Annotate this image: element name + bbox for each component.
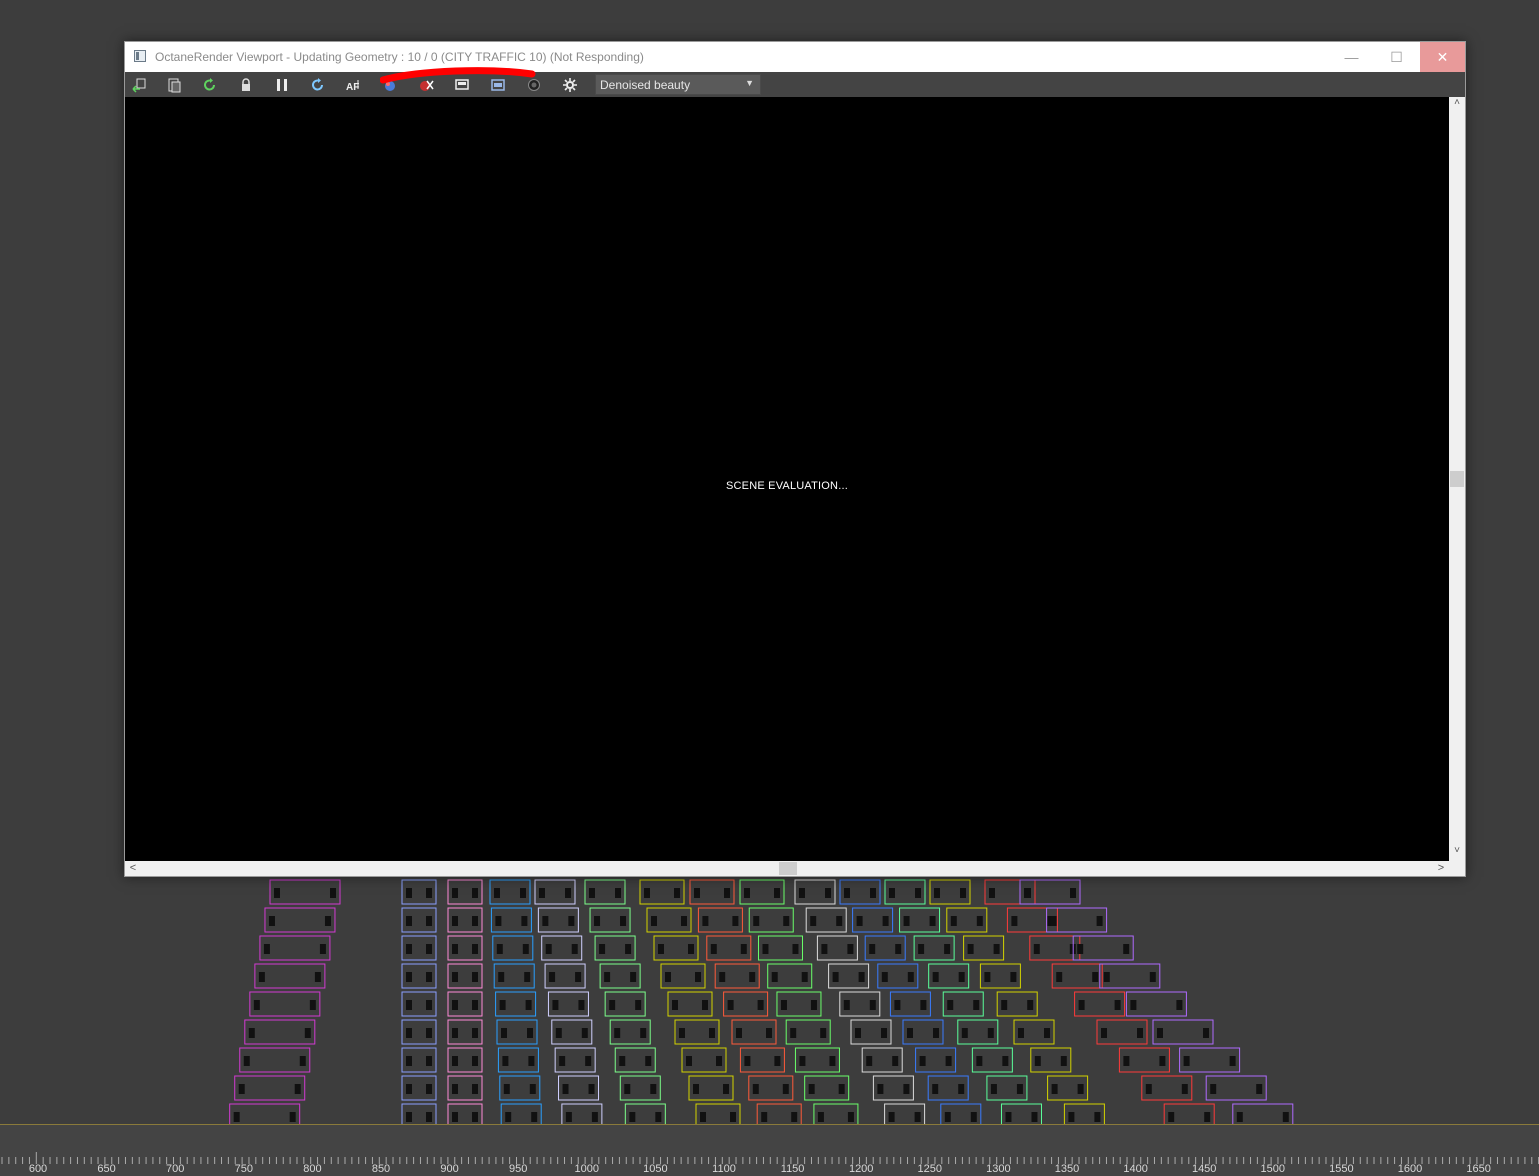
ruler-label: 650 [97, 1163, 116, 1175]
ruler-label: 1650 [1466, 1163, 1491, 1175]
ruler-label: 1300 [986, 1163, 1011, 1175]
vertical-scrollbar[interactable]: ˄ ˅ [1449, 97, 1465, 861]
ruler-label: 1000 [574, 1163, 600, 1175]
timeline-ruler[interactable]: 600 650 700 750 800 850 900 950 1000 1050 1100 1150… [0, 1124, 1539, 1176]
scroll-right-icon[interactable]: > [1433, 861, 1449, 876]
refresh-icon[interactable] [307, 74, 329, 96]
ruler-label: 1500 [1260, 1163, 1286, 1175]
ruler-label: 800 [303, 1163, 322, 1175]
scroll-down-icon[interactable]: ˅ [1449, 845, 1465, 861]
restart-render-icon[interactable] [199, 74, 221, 96]
pause-render-icon[interactable] [271, 74, 293, 96]
ruler-label: 1550 [1329, 1163, 1354, 1175]
horizontal-scroll-thumb[interactable] [779, 862, 797, 875]
svg-text:AF: AF [346, 82, 359, 93]
settings-icon[interactable] [559, 74, 581, 96]
ruler-label: 700 [166, 1163, 185, 1175]
ruler-ticks [1, 1152, 1539, 1164]
resize-grip[interactable] [1449, 861, 1465, 876]
toolbar: AF Denoised beauty ▼ [125, 72, 1465, 97]
window-title: OctaneRender Viewport - Updating Geometr… [155, 50, 644, 64]
ruler-label: 600 [28, 1163, 48, 1175]
ruler-label: 1600 [1397, 1163, 1423, 1175]
minimize-button[interactable]: — [1329, 42, 1374, 72]
ruler-label: 1450 [1191, 1163, 1217, 1175]
redaction-mark [380, 67, 536, 84]
copy-clipboard-icon[interactable] [163, 74, 185, 96]
render-status-text: SCENE EVALUATION... [726, 480, 848, 492]
horizontal-scrollbar[interactable]: < > [125, 861, 1449, 876]
ruler-label: 1200 [848, 1163, 874, 1175]
title-bar[interactable]: OctaneRender Viewport - Updating Geometr… [125, 42, 1465, 72]
ruler-label: 1400 [1123, 1163, 1148, 1175]
scroll-left-icon[interactable]: < [125, 861, 141, 876]
autofocus-icon[interactable]: AF [343, 74, 365, 96]
ruler-label: 900 [440, 1163, 459, 1175]
send-scene-icon[interactable] [128, 74, 150, 96]
app-icon [134, 50, 146, 62]
chevron-down-icon: ▼ [745, 78, 754, 88]
octane-viewport-window[interactable]: OctaneRender Viewport - Updating Geometr… [124, 41, 1466, 877]
vertical-scroll-thumb[interactable] [1450, 471, 1464, 487]
render-pass-select[interactable]: Denoised beauty ▼ [595, 74, 761, 95]
ruler-label: 850 [371, 1163, 391, 1175]
ruler-label: 1250 [917, 1163, 943, 1175]
ruler-label: 1350 [1054, 1163, 1080, 1175]
ruler-label: 1050 [643, 1163, 668, 1175]
render-canvas[interactable]: SCENE EVALUATION... [125, 97, 1449, 861]
close-button[interactable]: ✕ [1420, 42, 1465, 72]
ruler-label: 750 [234, 1163, 253, 1175]
render-pass-value: Denoised beauty [600, 78, 691, 92]
maximize-button[interactable]: ☐ [1374, 42, 1419, 72]
ruler-label: 1150 [780, 1163, 805, 1175]
ruler-label: 1100 [712, 1163, 736, 1175]
scroll-up-icon[interactable]: ˄ [1449, 97, 1465, 113]
lock-viewport-icon[interactable] [235, 74, 257, 96]
ruler-label: 950 [509, 1163, 528, 1175]
